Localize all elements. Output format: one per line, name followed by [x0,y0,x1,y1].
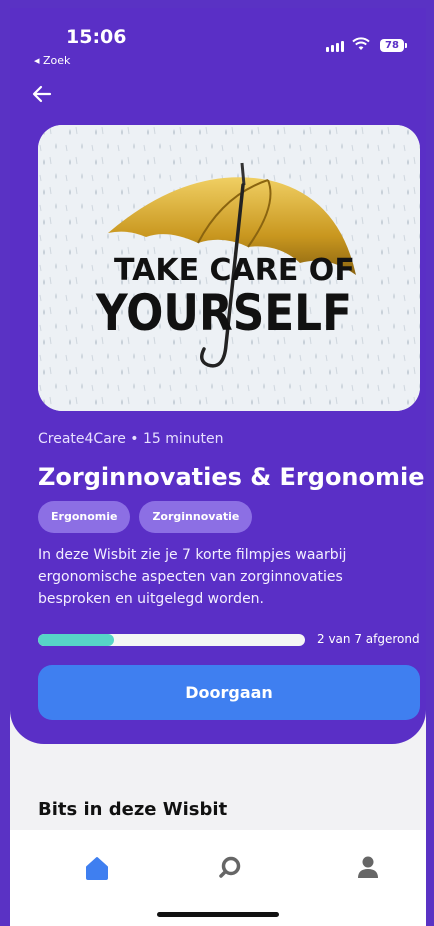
progress-label: 2 van 7 afgerond [317,632,420,646]
home-indicator [157,912,279,917]
wisbit-cover-image: TAKE CARE OF YOURSELF [38,125,420,411]
tag-list: Ergonomie Zorginnovatie [38,501,253,533]
section-title: Bits in deze Wisbit [38,799,228,820]
back-to-app-link[interactable]: ◂ Zoek [34,54,70,67]
cover-text-line2: YOURSELF [95,284,352,342]
wisbit-meta: Create4Care • 15 minuten [38,431,224,447]
tab-bar [10,830,426,926]
progress-bar [38,634,305,646]
cover-text-line1: TAKE CARE OF [114,253,355,288]
page-title: Zorginnovaties & Ergonomie [38,463,425,491]
status-time: 15:06 [66,26,127,48]
search-icon[interactable] [210,848,250,888]
umbrella-illustration: TAKE CARE OF YOURSELF [38,125,420,411]
home-icon[interactable] [77,848,117,888]
battery-icon: 78 [380,39,407,52]
status-bar: 15:06 ◂ Zoek 78 [10,8,426,68]
tag-zorginnovatie[interactable]: Zorginnovatie [139,501,253,533]
signal-icon [326,41,344,52]
phone-screen: 15:06 ◂ Zoek 78 TAKE CARE OF YOURSELF Cr… [10,8,426,926]
continue-button[interactable]: Doorgaan [38,665,420,720]
tag-ergonomie[interactable]: Ergonomie [38,501,131,533]
profile-icon[interactable] [348,848,388,888]
progress-bar-fill [38,634,115,646]
wisbit-hero: 15:06 ◂ Zoek 78 TAKE CARE OF YOURSELF Cr… [10,8,426,744]
wisbit-description: In deze Wisbit zie je 7 korte filmpjes w… [38,547,347,607]
wifi-icon [352,37,370,50]
arrow-left-icon[interactable] [30,82,54,106]
